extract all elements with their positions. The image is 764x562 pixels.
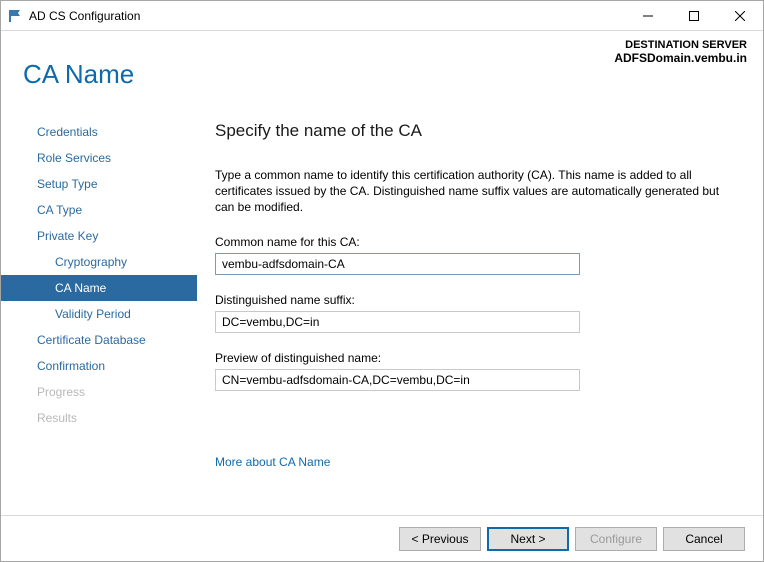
sidebar-item-confirmation[interactable]: Confirmation (1, 353, 197, 379)
window-title: AD CS Configuration (29, 9, 140, 23)
sidebar-item-progress: Progress (1, 379, 197, 405)
common-name-label: Common name for this CA: (215, 235, 735, 249)
sidebar-item-results: Results (1, 405, 197, 431)
field-common-name: Common name for this CA: (215, 235, 735, 275)
wizard-header: CA Name DESTINATION SERVER ADFSDomain.ve… (1, 31, 763, 103)
sidebar-item-credentials[interactable]: Credentials (1, 119, 197, 145)
destination-info: DESTINATION SERVER ADFSDomain.vembu.in (614, 39, 747, 65)
dn-preview-input[interactable] (215, 369, 580, 391)
field-dn-preview: Preview of distinguished name: (215, 351, 735, 391)
sidebar-item-cryptography[interactable]: Cryptography (1, 249, 197, 275)
destination-server: ADFSDomain.vembu.in (614, 51, 747, 65)
wizard-footer: < Previous Next > Configure Cancel (1, 515, 763, 561)
dn-suffix-input[interactable] (215, 311, 580, 333)
window-controls (625, 1, 763, 31)
dn-preview-label: Preview of distinguished name: (215, 351, 735, 365)
title-bar: AD CS Configuration (1, 1, 763, 31)
sidebar-item-ca-type[interactable]: CA Type (1, 197, 197, 223)
previous-button[interactable]: < Previous (399, 527, 481, 551)
cancel-button[interactable]: Cancel (663, 527, 745, 551)
close-button[interactable] (717, 1, 763, 31)
sidebar-item-certificate-database[interactable]: Certificate Database (1, 327, 197, 353)
maximize-button[interactable] (671, 1, 717, 31)
sidebar-item-setup-type[interactable]: Setup Type (1, 171, 197, 197)
sidebar-item-role-services[interactable]: Role Services (1, 145, 197, 171)
sidebar-item-ca-name[interactable]: CA Name (1, 275, 197, 301)
sidebar-item-validity-period[interactable]: Validity Period (1, 301, 197, 327)
wizard-main: Specify the name of the CA Type a common… (197, 103, 763, 515)
common-name-input[interactable] (215, 253, 580, 275)
app-icon (1, 8, 29, 24)
sidebar-item-private-key[interactable]: Private Key (1, 223, 197, 249)
dn-suffix-label: Distinguished name suffix: (215, 293, 735, 307)
field-dn-suffix: Distinguished name suffix: (215, 293, 735, 333)
destination-label: DESTINATION SERVER (614, 39, 747, 51)
wizard-body: Credentials Role Services Setup Type CA … (1, 103, 763, 515)
wizard-sidebar: Credentials Role Services Setup Type CA … (1, 103, 197, 515)
minimize-button[interactable] (625, 1, 671, 31)
main-description: Type a common name to identify this cert… (215, 167, 735, 215)
next-button[interactable]: Next > (487, 527, 569, 551)
configure-button: Configure (575, 527, 657, 551)
more-about-link[interactable]: More about CA Name (215, 455, 330, 469)
main-heading: Specify the name of the CA (215, 121, 735, 141)
